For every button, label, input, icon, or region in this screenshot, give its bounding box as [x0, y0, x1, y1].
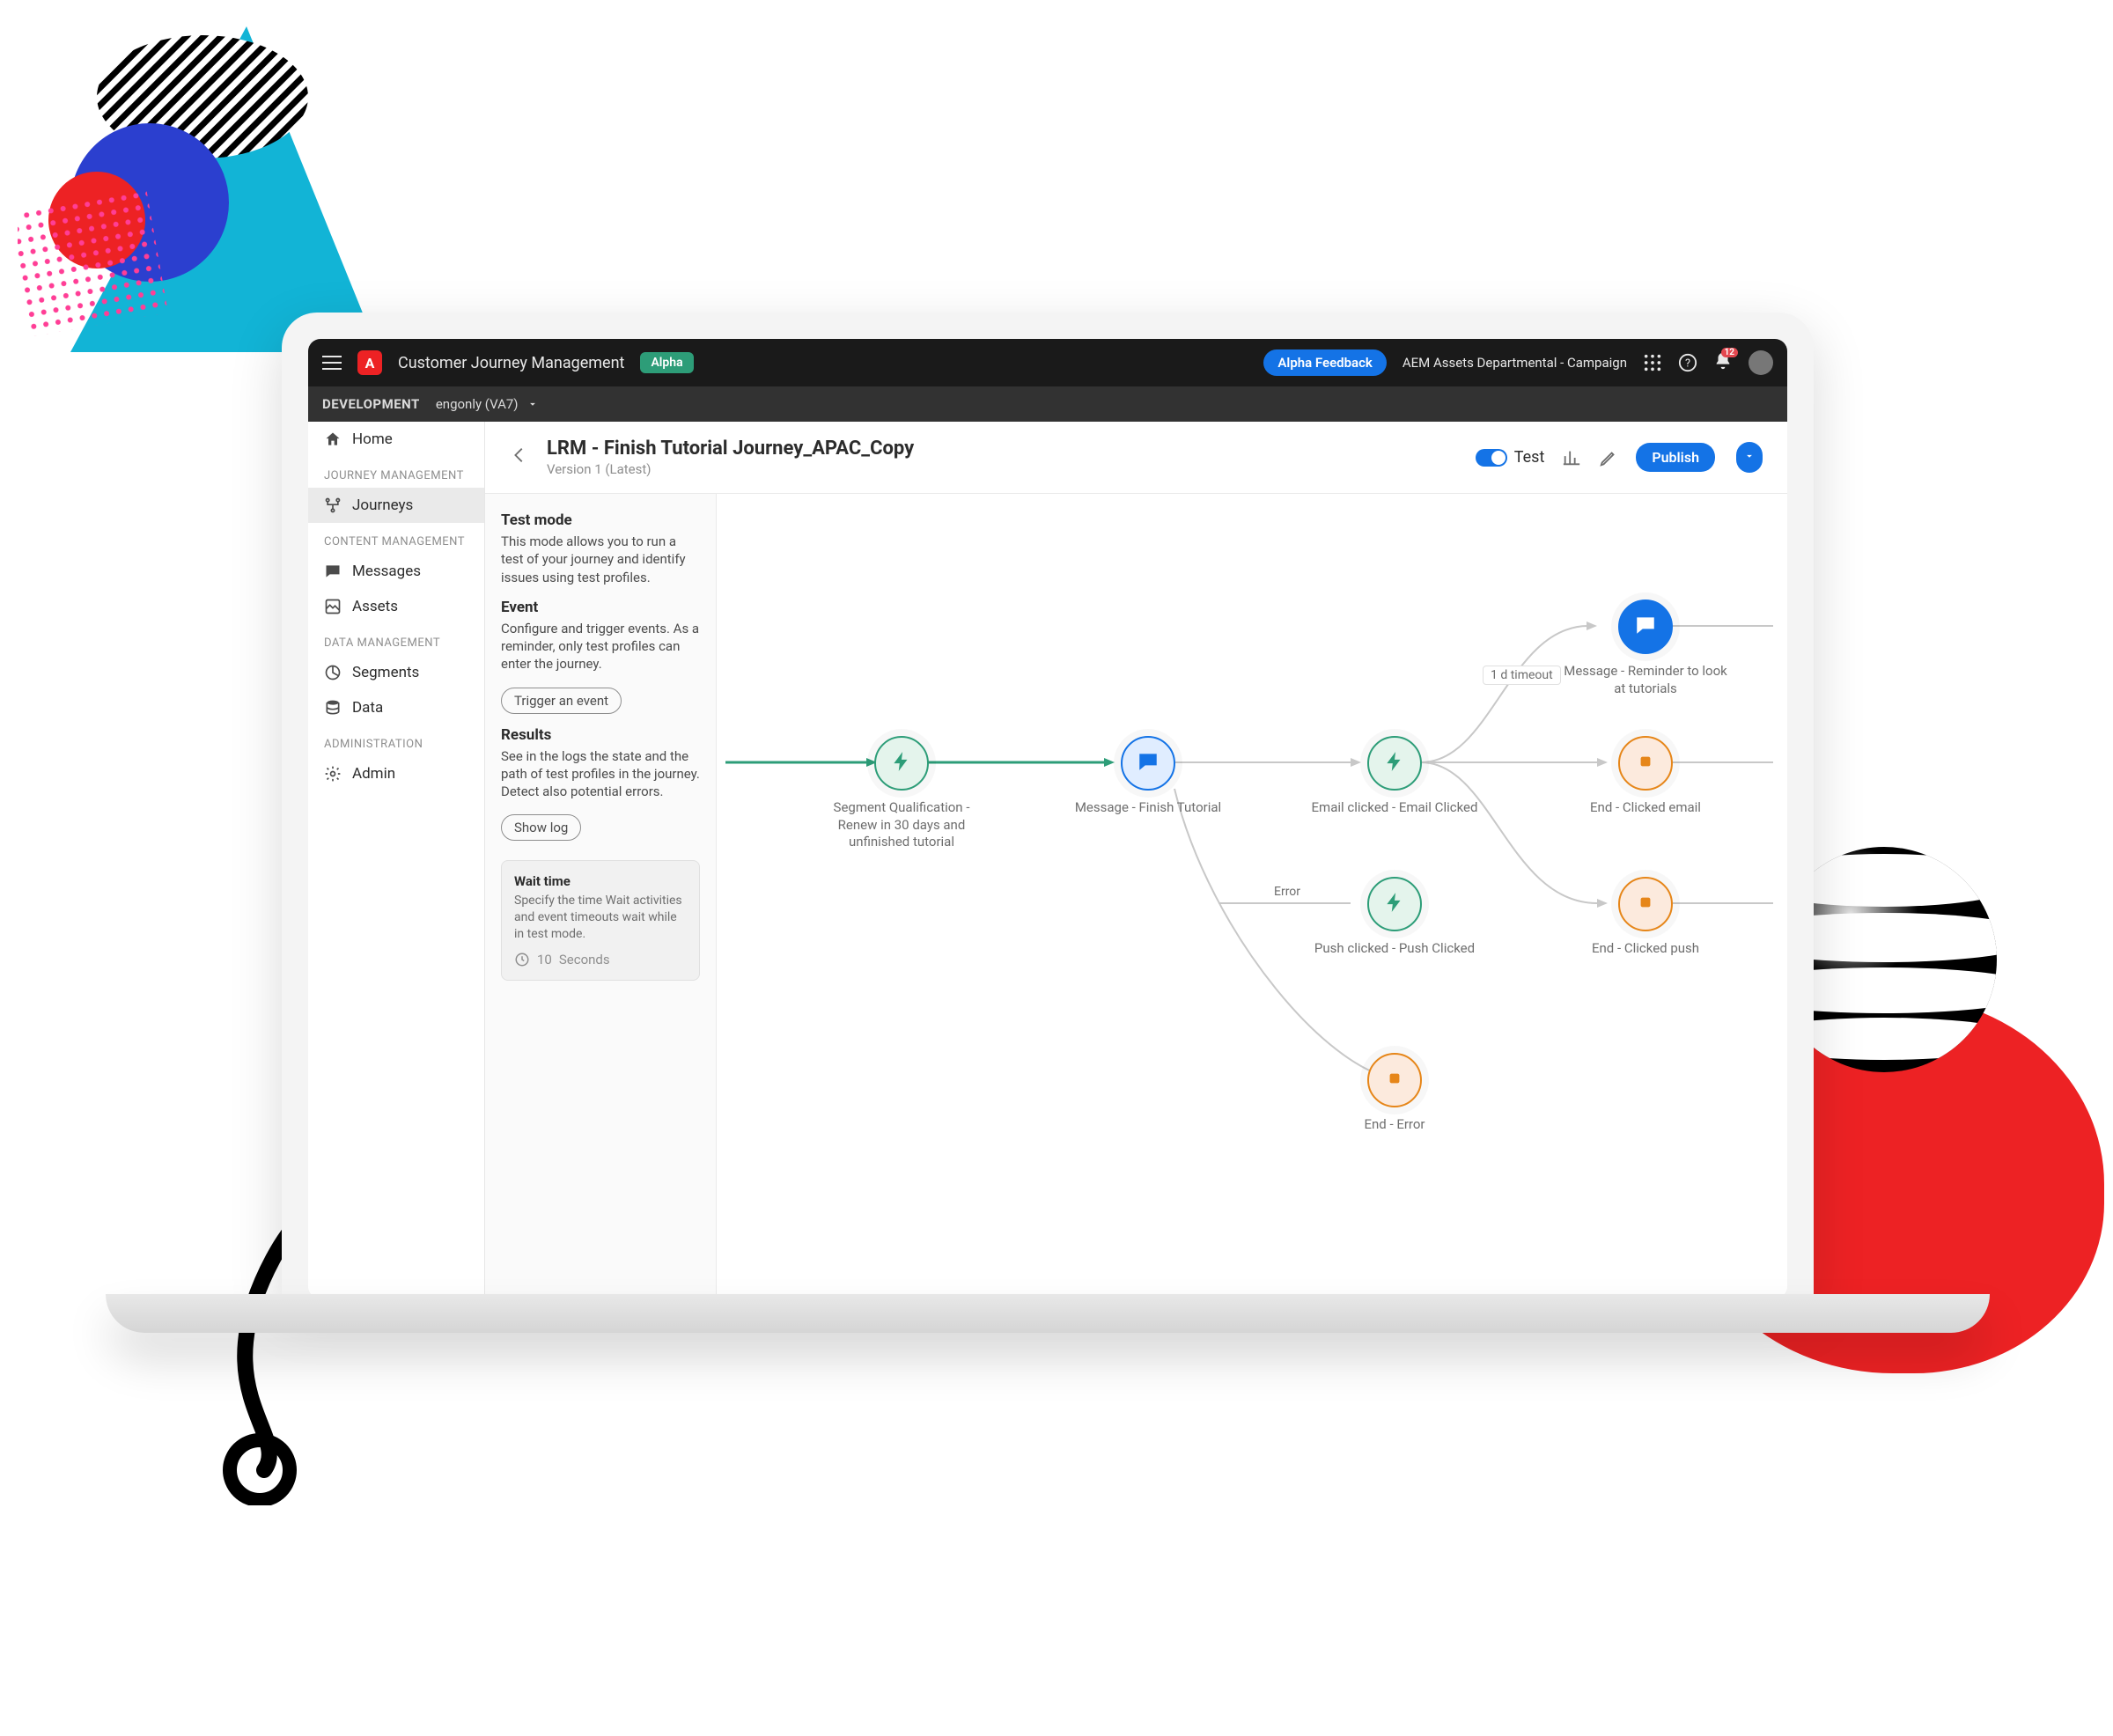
nav-data[interactable]: Data — [308, 690, 484, 725]
node-segment-qualification[interactable]: Segment Qualification - Renew in 30 days… — [818, 736, 985, 851]
app-screen: A Customer Journey Management Alpha Alph… — [308, 339, 1787, 1298]
node-message-reminder[interactable]: Message - Reminder to look at tutorials — [1562, 600, 1729, 697]
wait-title: Wait time — [514, 873, 687, 889]
edit-icon[interactable] — [1599, 448, 1618, 467]
nav-home[interactable]: Home — [308, 422, 484, 457]
error-label: Error — [1267, 883, 1307, 901]
data-icon — [324, 699, 342, 717]
journey-title: LRM - Finish Tutorial Journey_APAC_Copy — [547, 438, 914, 460]
test-mode-desc: This mode allows you to run a test of yo… — [501, 533, 700, 586]
node-end-push[interactable]: End - Clicked push — [1562, 877, 1729, 958]
back-button[interactable] — [510, 445, 529, 469]
nav-segments[interactable]: Segments — [308, 655, 484, 690]
nav-assets[interactable]: Assets — [308, 589, 484, 624]
node-email-clicked[interactable]: Email clicked - Email Clicked — [1311, 736, 1478, 817]
org-name[interactable]: AEM Assets Departmental - Campaign — [1403, 355, 1627, 371]
segments-icon — [324, 664, 342, 681]
notification-count: 12 — [1721, 348, 1738, 357]
wait-unit: Seconds — [559, 952, 610, 967]
nav-section-content: CONTENT MANAGEMENT — [308, 523, 484, 554]
nav-section-journey: JOURNEY MANAGEMENT — [308, 457, 484, 488]
nav-admin[interactable]: Admin — [308, 756, 484, 791]
sandbox-selector[interactable]: engonly (VA7) — [436, 396, 539, 412]
event-heading: Event — [501, 599, 700, 616]
laptop-frame: A Customer Journey Management Alpha Alph… — [282, 313, 1814, 1298]
journey-version: Version 1 (Latest) — [547, 461, 914, 477]
alpha-badge: Alpha — [640, 352, 693, 373]
left-navigation: Home JOURNEY MANAGEMENT Journeys CONTENT… — [308, 422, 485, 1298]
gear-icon — [324, 765, 342, 783]
help-icon[interactable]: ? — [1678, 353, 1697, 372]
messages-icon — [324, 563, 342, 580]
journey-canvas[interactable]: 1 d timeout Error Segment Qualification … — [717, 494, 1787, 1298]
test-mode-toggle[interactable]: Test — [1476, 448, 1545, 467]
adobe-logo[interactable]: A — [357, 350, 382, 375]
clock-icon — [514, 952, 530, 967]
home-icon — [324, 430, 342, 448]
toggle-switch-icon — [1476, 449, 1507, 467]
nav-section-data: DATA MANAGEMENT — [308, 624, 484, 655]
node-end-error[interactable]: End - Error — [1311, 1053, 1478, 1134]
laptop-base — [106, 1294, 1990, 1333]
reports-icon[interactable] — [1562, 448, 1581, 467]
nav-journeys[interactable]: Journeys — [308, 488, 484, 523]
wait-time-card: Wait time Specify the time Wait activiti… — [501, 860, 700, 981]
apps-grid-icon[interactable] — [1643, 353, 1662, 372]
wait-value: 10 — [537, 952, 552, 967]
assets-icon — [324, 598, 342, 615]
dev-label: DEVELOPMENT — [322, 396, 420, 412]
node-push-clicked[interactable]: Push clicked - Push Clicked — [1311, 877, 1478, 958]
svg-text:?: ? — [1685, 357, 1690, 371]
wait-input[interactable]: 10 Seconds — [514, 952, 687, 967]
publish-button[interactable]: Publish — [1636, 443, 1715, 472]
results-desc: See in the logs the state and the path o… — [501, 747, 700, 801]
chevron-down-icon — [526, 398, 539, 410]
node-message-finish[interactable]: Message - Finish Tutorial — [1064, 736, 1232, 817]
sandbox-bar: DEVELOPMENT engonly (VA7) — [308, 386, 1787, 422]
wait-desc: Specify the time Wait activities and eve… — [514, 893, 687, 943]
trigger-event-button[interactable]: Trigger an event — [501, 688, 622, 714]
nav-section-admin: ADMINISTRATION — [308, 725, 484, 756]
app-title: Customer Journey Management — [398, 354, 624, 372]
nav-messages[interactable]: Messages — [308, 554, 484, 589]
chevron-down-icon — [1743, 450, 1756, 462]
journey-header: LRM - Finish Tutorial Journey_APAC_Copy … — [485, 422, 1787, 494]
show-log-button[interactable]: Show log — [501, 814, 581, 841]
test-mode-title: Test mode — [501, 511, 700, 529]
publish-menu-button[interactable] — [1736, 442, 1763, 473]
results-heading: Results — [501, 726, 700, 744]
journeys-icon — [324, 497, 342, 514]
hamburger-icon[interactable] — [322, 356, 342, 370]
notifications-button[interactable]: 12 — [1713, 351, 1733, 375]
event-desc: Configure and trigger events. As a remin… — [501, 620, 700, 673]
alpha-feedback-button[interactable]: Alpha Feedback — [1263, 349, 1386, 376]
timeout-label: 1 d timeout — [1483, 666, 1561, 685]
test-mode-panel: Test mode This mode allows you to run a … — [485, 494, 717, 1298]
global-topbar: A Customer Journey Management Alpha Alph… — [308, 339, 1787, 386]
node-end-email[interactable]: End - Clicked email — [1562, 736, 1729, 817]
user-avatar[interactable] — [1749, 350, 1773, 375]
